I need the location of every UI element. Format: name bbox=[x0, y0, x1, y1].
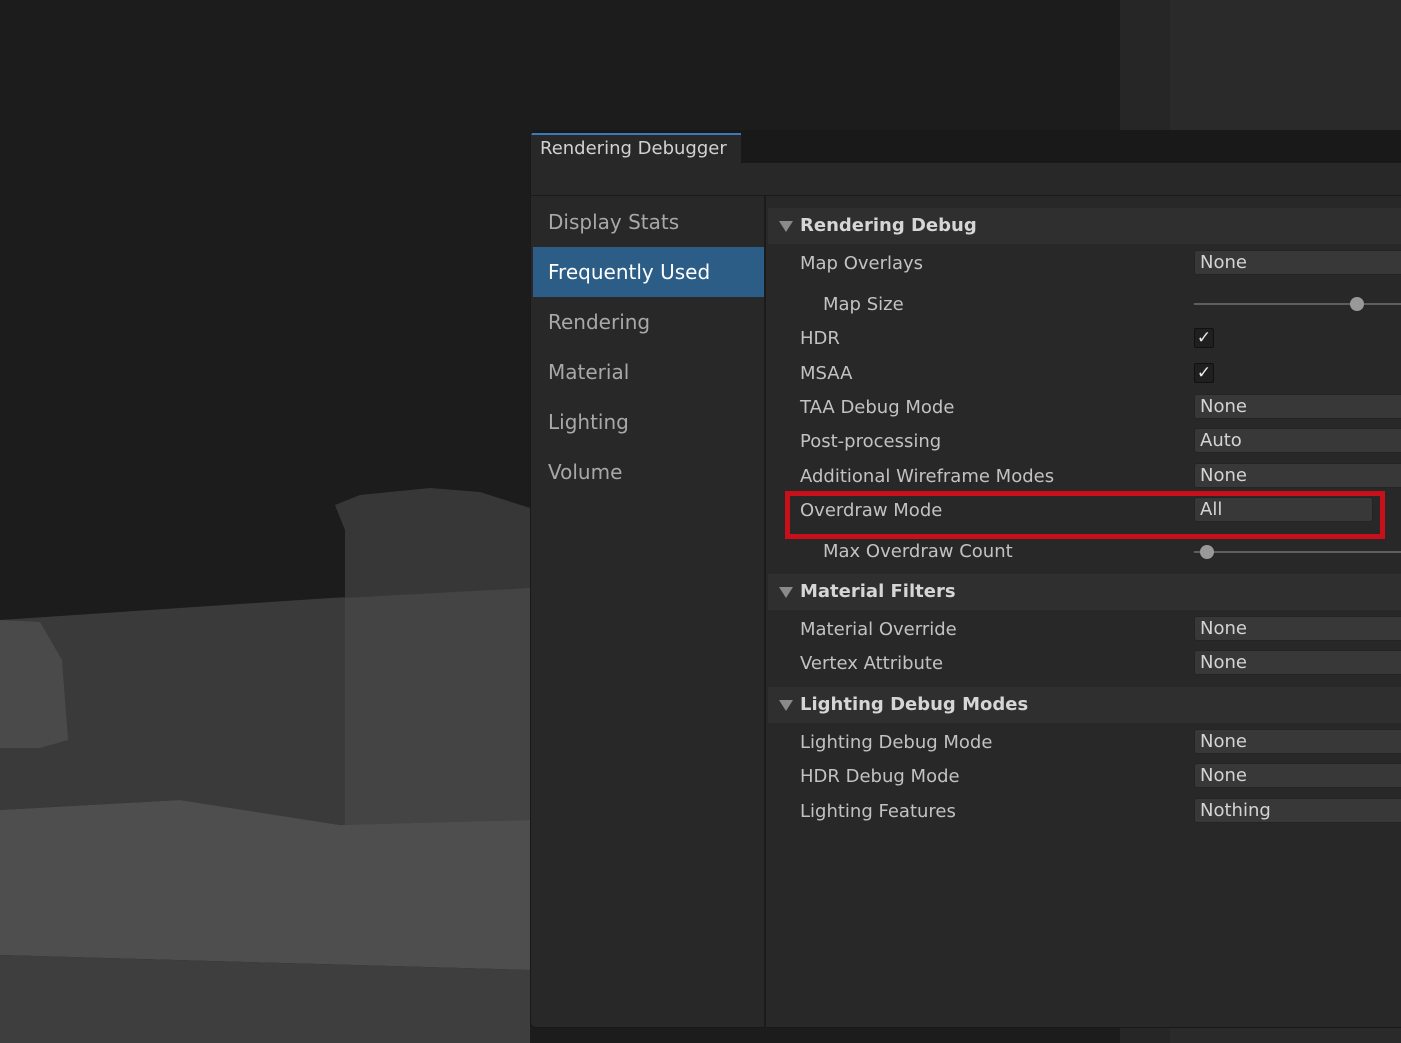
lighting-debug-mode-dropdown[interactable]: None bbox=[1194, 729, 1401, 754]
tab-rendering-debugger[interactable]: Rendering Debugger bbox=[531, 133, 741, 163]
window-toolbar bbox=[531, 163, 1401, 196]
lighting-features-dropdown[interactable]: Nothing bbox=[1194, 798, 1401, 823]
foldout-arrow-icon bbox=[779, 221, 793, 232]
debug-panel-sidebar: Display Stats Frequently Used Rendering … bbox=[531, 196, 766, 1027]
msaa-label: MSAA bbox=[800, 363, 853, 384]
section-header-lighting-debug-modes[interactable]: Lighting Debug Modes bbox=[768, 687, 1401, 723]
sidebar-item-volume[interactable]: Volume bbox=[531, 447, 764, 497]
lighting-debug-mode-label: Lighting Debug Mode bbox=[800, 732, 993, 753]
map-size-slider-thumb[interactable] bbox=[1349, 297, 1364, 311]
vertex-attribute-label: Vertex Attribute bbox=[800, 653, 944, 674]
max-overdraw-count-slider-track[interactable] bbox=[1194, 551, 1401, 553]
msaa-checkbox[interactable]: ✓ bbox=[1194, 363, 1214, 383]
map-overlays-dropdown[interactable]: None bbox=[1194, 250, 1401, 275]
post-processing-dropdown[interactable]: Auto bbox=[1194, 428, 1401, 453]
section-header-rendering-debug[interactable]: Rendering Debug bbox=[768, 208, 1401, 244]
taa-debug-mode-label: TAA Debug Mode bbox=[800, 397, 955, 418]
max-overdraw-count-label: Max Overdraw Count bbox=[823, 541, 1013, 562]
overdraw-mode-dropdown[interactable]: All bbox=[1194, 497, 1373, 522]
foldout-arrow-icon bbox=[779, 587, 793, 598]
additional-wireframe-modes-dropdown[interactable]: None bbox=[1194, 463, 1401, 488]
post-processing-label: Post-processing bbox=[800, 431, 942, 452]
section-title: Lighting Debug Modes bbox=[800, 694, 1029, 715]
foldout-arrow-icon bbox=[779, 700, 793, 711]
additional-wireframe-modes-label: Additional Wireframe Modes bbox=[800, 466, 1055, 487]
vertex-attribute-dropdown[interactable]: None bbox=[1194, 650, 1401, 675]
lighting-features-label: Lighting Features bbox=[800, 801, 956, 822]
sidebar-item-display-stats[interactable]: Display Stats bbox=[531, 197, 764, 247]
taa-debug-mode-dropdown[interactable]: None bbox=[1194, 394, 1401, 419]
hdr-debug-mode-dropdown[interactable]: None bbox=[1194, 763, 1401, 788]
map-size-label: Map Size bbox=[823, 294, 904, 315]
material-override-label: Material Override bbox=[800, 619, 957, 640]
hdr-debug-mode-label: HDR Debug Mode bbox=[800, 766, 960, 787]
sidebar-item-material[interactable]: Material bbox=[531, 347, 764, 397]
rendering-debugger-window: Rendering Debugger Display Stats Frequen… bbox=[530, 130, 1401, 1028]
map-overlays-label: Map Overlays bbox=[800, 253, 924, 274]
overdraw-mode-label: Overdraw Mode bbox=[800, 500, 943, 521]
sidebar-item-lighting[interactable]: Lighting bbox=[531, 397, 764, 447]
hdr-checkbox[interactable]: ✓ bbox=[1194, 328, 1214, 348]
section-title: Material Filters bbox=[800, 581, 956, 602]
material-override-dropdown[interactable]: None bbox=[1194, 616, 1401, 641]
section-header-material-filters[interactable]: Material Filters bbox=[768, 574, 1401, 610]
debug-panel-content: Rendering Debug Map Overlays None Map Si… bbox=[768, 196, 1401, 1027]
sidebar-item-frequently-used[interactable]: Frequently Used bbox=[533, 247, 764, 297]
hdr-label: HDR bbox=[800, 328, 840, 349]
map-size-slider-track[interactable] bbox=[1194, 303, 1401, 305]
sidebar-item-rendering[interactable]: Rendering bbox=[531, 297, 764, 347]
window-tabbar: Rendering Debugger bbox=[531, 131, 1401, 163]
max-overdraw-count-slider-thumb[interactable] bbox=[1200, 545, 1215, 559]
section-title: Rendering Debug bbox=[800, 215, 977, 236]
